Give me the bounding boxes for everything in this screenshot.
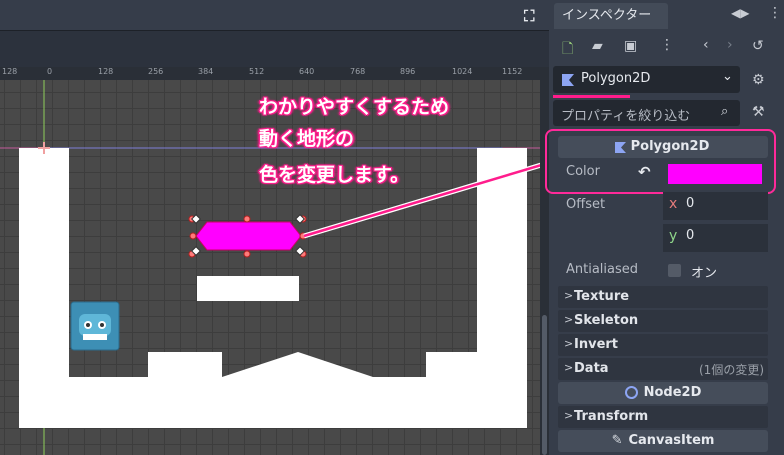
fold-data-label: Data — [574, 361, 609, 376]
antialiased-value: オン — [691, 266, 718, 281]
offset-x-field[interactable]: x 0 — [663, 192, 768, 220]
annotation-line-3: 色を変更します。 — [259, 164, 410, 186]
chevron-right-icon: > — [564, 409, 574, 422]
node-underline-highlight — [553, 95, 630, 98]
chevron-right-icon: > — [564, 361, 574, 374]
save-icon[interactable]: ▣ — [624, 38, 637, 54]
node2d-icon — [624, 386, 638, 399]
chevron-right-icon: > — [564, 337, 574, 350]
offset-y-field[interactable]: y 0 — [663, 224, 768, 252]
annotation-line-1: わかりやすくするため — [259, 96, 450, 118]
open-folder-icon[interactable]: ▰ — [592, 38, 603, 54]
viewport-top-bar: ⛶ — [0, 0, 549, 30]
dock-options-icon[interactable]: ◀▶ — [731, 6, 749, 20]
fold-texture[interactable]: > Texture — [558, 286, 768, 308]
fold-texture-label: Texture — [574, 289, 630, 304]
viewport-toolbar — [0, 30, 549, 68]
section-node2d-label: Node2D — [643, 385, 702, 400]
more-menu-icon[interactable]: ⋮ — [660, 37, 674, 53]
ruler-label: 512 — [249, 67, 265, 76]
section-node2d[interactable]: Node2D — [558, 382, 768, 404]
fold-transform[interactable]: > Transform — [558, 406, 768, 428]
filter-placeholder: プロパティを絞り込む — [561, 109, 691, 124]
godot-sprite — [70, 301, 120, 351]
tab-inspector[interactable]: インスペクター — [554, 3, 668, 29]
fold-skeleton-label: Skeleton — [574, 313, 639, 328]
fullscreen-icon[interactable]: ⛶ — [524, 7, 535, 25]
offset-y-label: y — [669, 228, 678, 244]
moving-polygon — [195, 221, 302, 251]
node-selector[interactable]: Polygon2D ⌄ — [553, 66, 740, 93]
fold-data[interactable]: > Data (1個の変更) — [558, 358, 768, 380]
fold-invert[interactable]: > Invert — [558, 334, 768, 356]
viewport-vertical-scrollbar[interactable] — [540, 67, 549, 455]
fold-transform-label: Transform — [574, 409, 649, 424]
antialiased-label: Antialiased — [566, 262, 639, 277]
fold-data-note: (1個の変更) — [699, 363, 764, 377]
ruler-label: 128 — [98, 67, 114, 76]
property-filter-input[interactable]: プロパティを絞り込む ⌕ — [553, 100, 740, 126]
offset-x-label: x — [669, 196, 678, 212]
polygon2d-icon — [562, 74, 574, 86]
section-canvasitem-label: CanvasItem — [628, 433, 715, 448]
history-icon[interactable]: ↺ — [752, 38, 764, 54]
node-selector-label: Polygon2D — [581, 71, 651, 86]
chevron-down-icon: ⌄ — [722, 69, 733, 84]
brush-icon: ✎ — [611, 433, 623, 448]
offset-x-value: 0 — [686, 196, 695, 211]
history-back-icon[interactable]: ‹ — [703, 37, 709, 53]
chevron-right-icon: > — [564, 313, 574, 326]
ruler-label: 896 — [400, 67, 416, 76]
ruler-label: 1152 — [502, 67, 523, 76]
section-canvasitem[interactable]: ✎ CanvasItem — [558, 430, 768, 452]
annotation-line-2: 動く地形の — [259, 128, 355, 150]
new-resource-icon[interactable]: 🗋 — [562, 38, 573, 62]
object-properties-icon[interactable]: ⚙ — [752, 72, 765, 88]
tools-icon[interactable]: ⚒ — [752, 104, 765, 120]
ruler-label: 256 — [148, 67, 164, 76]
color-highlight-box — [545, 129, 776, 194]
ruler-label: 768 — [350, 67, 366, 76]
fold-skeleton[interactable]: > Skeleton — [558, 310, 768, 332]
offset-y-value: 0 — [686, 228, 695, 243]
antialiased-checkbox[interactable] — [668, 264, 681, 277]
ruler-label: 640 — [299, 67, 315, 76]
search-icon: ⌕ — [721, 104, 729, 119]
history-forward-icon[interactable]: › — [727, 37, 733, 53]
static-platform — [197, 276, 299, 301]
fold-invert-label: Invert — [574, 337, 619, 352]
ruler-label: 1024 — [452, 67, 473, 76]
ruler-label: 128 — [2, 67, 18, 76]
offset-label: Offset — [566, 197, 606, 212]
dock-menu-icon[interactable]: ⋮ — [768, 5, 782, 21]
ruler-label: 0 — [47, 67, 53, 76]
ruler-label: 384 — [198, 67, 214, 76]
chevron-right-icon: > — [564, 289, 574, 302]
horizontal-ruler: 128 0 128 256 384 512 640 768 896 1024 1… — [0, 67, 540, 81]
